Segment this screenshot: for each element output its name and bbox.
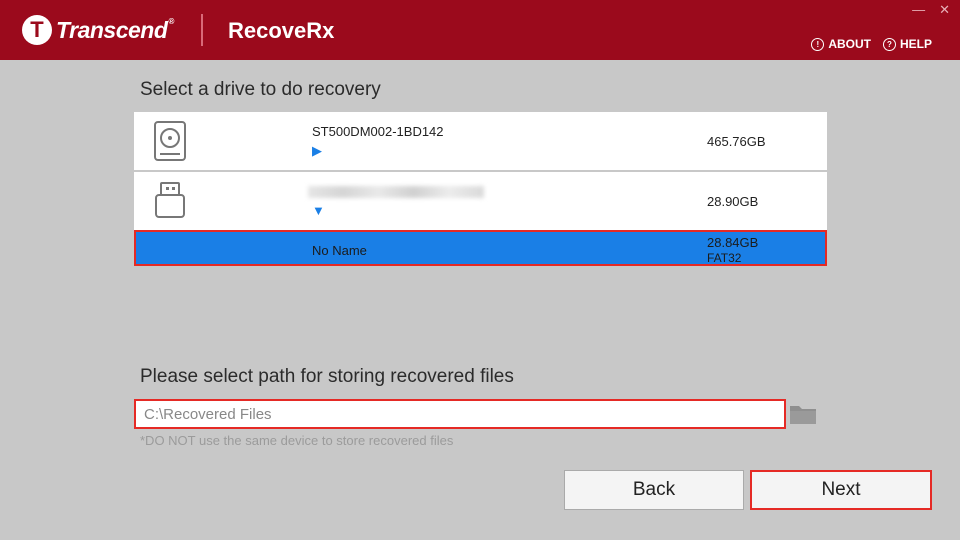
usb-drive-icon (154, 181, 186, 226)
info-icon: ! (811, 37, 825, 51)
redacted-drive-name (308, 186, 484, 198)
drive-row-hdd[interactable]: ST500DM002-1BD142 ▶ 465.76GB (134, 112, 827, 172)
window-controls: — ✕ (912, 2, 950, 18)
partition-filesystem: FAT32 (707, 251, 742, 265)
transcend-logo: T Transcend® (22, 15, 174, 45)
drive-name: ST500DM002-1BD142 (312, 124, 444, 139)
app-title: RecoveRx (228, 18, 335, 43)
question-icon: ? (882, 37, 896, 51)
close-button[interactable]: ✕ (939, 2, 950, 18)
about-label: ABOUT (828, 37, 871, 51)
expand-arrow-icon[interactable]: ▶ (312, 143, 322, 159)
recovery-path-input[interactable] (134, 399, 786, 429)
brand-name: Transcend® (56, 16, 174, 43)
app-header: T Transcend® RecoveRx — ✕ ! ABOUT ? HELP (0, 0, 960, 60)
drive-size: 465.76GB (707, 134, 766, 149)
partition-name: No Name (312, 243, 367, 258)
transcend-logo-mark: T (22, 15, 52, 45)
path-section-title: Please select path for storing recovered… (140, 366, 514, 387)
back-button[interactable]: Back (564, 470, 744, 510)
about-link[interactable]: ! ABOUT (811, 37, 871, 51)
collapse-arrow-icon[interactable]: ▼ (312, 203, 325, 218)
drive-row-usb[interactable]: ▼ 28.90GB (134, 172, 827, 232)
partition-size: 28.84GB (707, 235, 759, 250)
hard-drive-icon (154, 121, 186, 166)
help-label: HELP (899, 37, 932, 51)
help-link[interactable]: ? HELP (882, 37, 932, 51)
top-links: ! ABOUT ? HELP (811, 37, 932, 51)
header-divider (201, 14, 203, 46)
partition-row-selected[interactable]: No Name 28.84GB FAT32 (134, 230, 827, 266)
drive-section-title: Select a drive to do recovery (140, 79, 381, 100)
folder-icon[interactable] (789, 403, 817, 430)
storage-warning: *DO NOT use the same device to store rec… (140, 433, 454, 448)
drive-size: 28.90GB (707, 194, 759, 209)
drive-list: ST500DM002-1BD142 ▶ 465.76GB ▼ 28.90GB N… (134, 112, 827, 266)
minimize-button[interactable]: — (912, 2, 925, 18)
next-button[interactable]: Next (750, 470, 932, 510)
